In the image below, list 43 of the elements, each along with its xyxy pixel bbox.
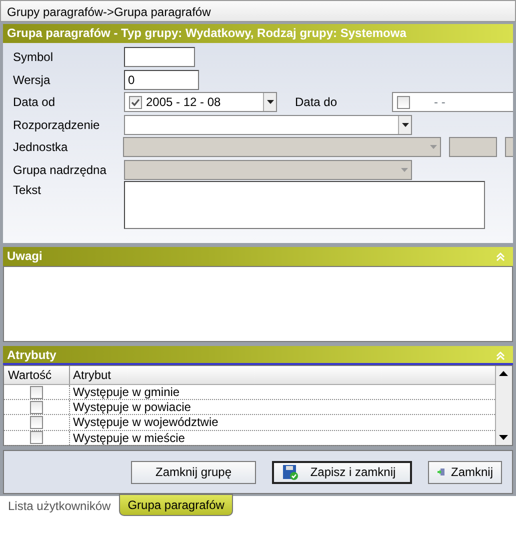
field-label: Wersja	[12, 72, 52, 89]
checkbox[interactable]	[129, 96, 142, 109]
checkbox[interactable]	[30, 400, 43, 414]
date-value: 2005 - 12 - 08	[146, 94, 221, 112]
field-label: Data do	[294, 94, 338, 112]
dropdown-caret-icon[interactable]	[402, 122, 408, 127]
column-header: Atrybut	[72, 367, 112, 384]
tab[interactable]: Grupa paragrafów	[118, 494, 234, 516]
panel-title: Atrybuty	[7, 347, 56, 363]
table-cell-text: Występuje w gminie	[72, 385, 181, 400]
button[interactable]: Zapisz i zamknij	[272, 460, 412, 484]
table-cell-text: Występuje w powiacie	[72, 400, 192, 414]
panel-title: Uwagi	[7, 248, 42, 265]
button[interactable]: Zamknij grupę	[131, 460, 256, 484]
input-field[interactable]	[449, 137, 498, 158]
field-label: Tekst	[12, 182, 42, 199]
input-field[interactable]: 0	[124, 70, 199, 90]
text-area[interactable]	[124, 181, 485, 229]
input-field[interactable]	[124, 47, 195, 68]
checkbox[interactable]	[30, 416, 43, 429]
field-label: Grupa nadrzędna	[12, 162, 108, 179]
button[interactable]: Zamknij	[428, 460, 502, 484]
tab[interactable]: Lista użytkowników	[0, 496, 119, 516]
scrollbar[interactable]	[495, 366, 512, 445]
table-cell-text: Występuje w województwie	[72, 415, 220, 430]
date-field[interactable]: - -	[392, 92, 513, 112]
notes-area[interactable]	[3, 266, 513, 342]
panel-title: Grupa paragrafów - Typ grupy: Wydatkowy, Rodzaj grupy: Systemowa	[7, 25, 406, 42]
date-value: - -	[434, 94, 446, 112]
field-label: Jednostka	[12, 139, 69, 156]
field-label: Rozporządzenie	[12, 116, 101, 134]
table-cell-text: Występuje w mieście	[72, 430, 186, 445]
checkbox[interactable]	[30, 431, 43, 444]
field-label: Data od	[12, 94, 56, 112]
breadcrumb: Grupy paragrafów->Grupa paragrafów	[0, 0, 516, 22]
checkbox[interactable]	[397, 96, 410, 109]
input-field[interactable]	[505, 137, 513, 158]
dropdown-field[interactable]	[124, 114, 412, 135]
checkbox[interactable]	[30, 386, 43, 399]
column-header: Wartość	[4, 366, 70, 384]
dropdown-caret-icon[interactable]	[266, 100, 274, 104]
date-field[interactable]: 2005 - 12 - 08	[124, 92, 277, 112]
field-label: Symbol	[12, 49, 54, 66]
